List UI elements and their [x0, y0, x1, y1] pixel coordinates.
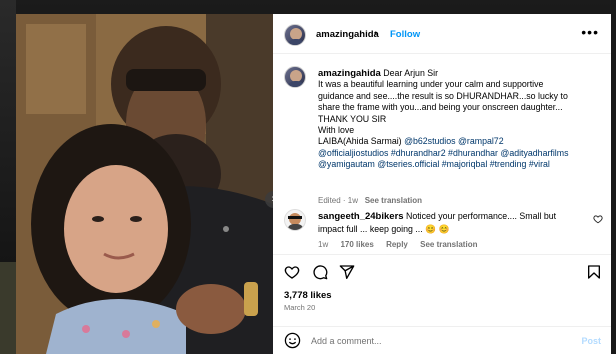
commenter-avatar[interactable] [284, 209, 306, 231]
caption-greeting: Dear Arjun Sir [380, 68, 439, 78]
post-date: March 20 [284, 303, 316, 312]
avatar-body [287, 224, 304, 230]
caption-line-3: guidance and see....the result is so DHU… [318, 90, 568, 101]
post-photo[interactable]: › [16, 14, 273, 354]
caption-username[interactable]: amazingahida [318, 68, 381, 79]
comment-likes[interactable]: 170 likes [340, 240, 373, 249]
post-comment-button[interactable]: Post [581, 336, 601, 346]
action-bar [273, 254, 611, 286]
comment-text: sangeeth_24bikers Noticed your performan… [318, 210, 573, 235]
comment-body-1: Noticed your performance.... Small but [403, 211, 557, 221]
caption-signature: LAIBA(Ahida Sarmai) [318, 136, 405, 147]
caption-line-7: LAIBA(Ahida Sarmai) @b62studios @rampal7… [318, 136, 603, 147]
comment-icon[interactable] [312, 264, 328, 280]
caption-line-5: THANK YOU SIR [318, 113, 387, 124]
comment-age: 1w [318, 240, 329, 249]
caption-line-2: It was a beautiful learning under your c… [318, 79, 544, 90]
more-options-button[interactable]: ••• [581, 24, 599, 40]
avatar-body [287, 81, 305, 87]
left-edge-thumb [0, 262, 16, 354]
comment-see-translation[interactable]: See translation [420, 240, 477, 249]
comment-body-2: impact full ... keep going ... 😊 😊 [318, 224, 450, 234]
avatar-sunglasses [288, 216, 302, 219]
comment-line-1: sangeeth_24bikers Noticed your performan… [318, 211, 557, 222]
add-comment-bar: Post [273, 326, 611, 354]
commenter-username[interactable]: sangeeth_24bikers [318, 211, 404, 222]
post-header: amazingahida • Follow ••• [273, 14, 611, 54]
caption-avatar[interactable] [284, 66, 306, 88]
emoji-icon[interactable] [284, 332, 301, 349]
follow-button[interactable]: Follow [390, 29, 420, 40]
comment-reply-button[interactable]: Reply [386, 240, 408, 249]
share-icon[interactable] [339, 264, 355, 280]
comment-input[interactable] [311, 333, 561, 349]
caption-line-6: With love [318, 125, 355, 136]
caption-see-translation[interactable]: See translation [365, 196, 422, 205]
left-edge [0, 0, 16, 262]
caption-tags-2[interactable]: @officialjiostudios #dhurandhar2 #dhuran… [318, 148, 603, 159]
caption-line-4: share the frame with you...and being you… [318, 102, 563, 113]
heart-icon[interactable] [284, 264, 300, 280]
caption-edited-time: Edited · 1w [318, 196, 359, 205]
caption-tags-1[interactable]: @b62studios @rampal72 [404, 136, 504, 146]
heart-small-icon[interactable] [593, 214, 603, 224]
avatar-body [287, 39, 305, 45]
comment-meta: 1w 170 likes Reply See translation [318, 240, 487, 249]
bookmark-icon[interactable] [586, 264, 602, 280]
author-username[interactable]: amazingahida [316, 29, 379, 40]
caption-text: amazingahida Dear Arjun Sir It was a bea… [318, 68, 603, 171]
post-details-panel: amazingahida • Follow ••• amazingahida D… [273, 14, 611, 354]
caption-line-1: amazingahida Dear Arjun Sir [318, 68, 603, 79]
right-edge [611, 0, 616, 354]
post-photo-image [16, 14, 273, 354]
header-separator: • [374, 28, 378, 39]
caption-tags-3[interactable]: @yamigautam @tseries.official #majoriqba… [318, 159, 603, 170]
stage: › amazingahida • Follow ••• amazingahida… [0, 0, 616, 354]
author-avatar[interactable] [284, 24, 306, 46]
post-likes-count[interactable]: 3,778 likes [284, 290, 332, 301]
caption-meta: Edited · 1w See translation [318, 196, 422, 205]
